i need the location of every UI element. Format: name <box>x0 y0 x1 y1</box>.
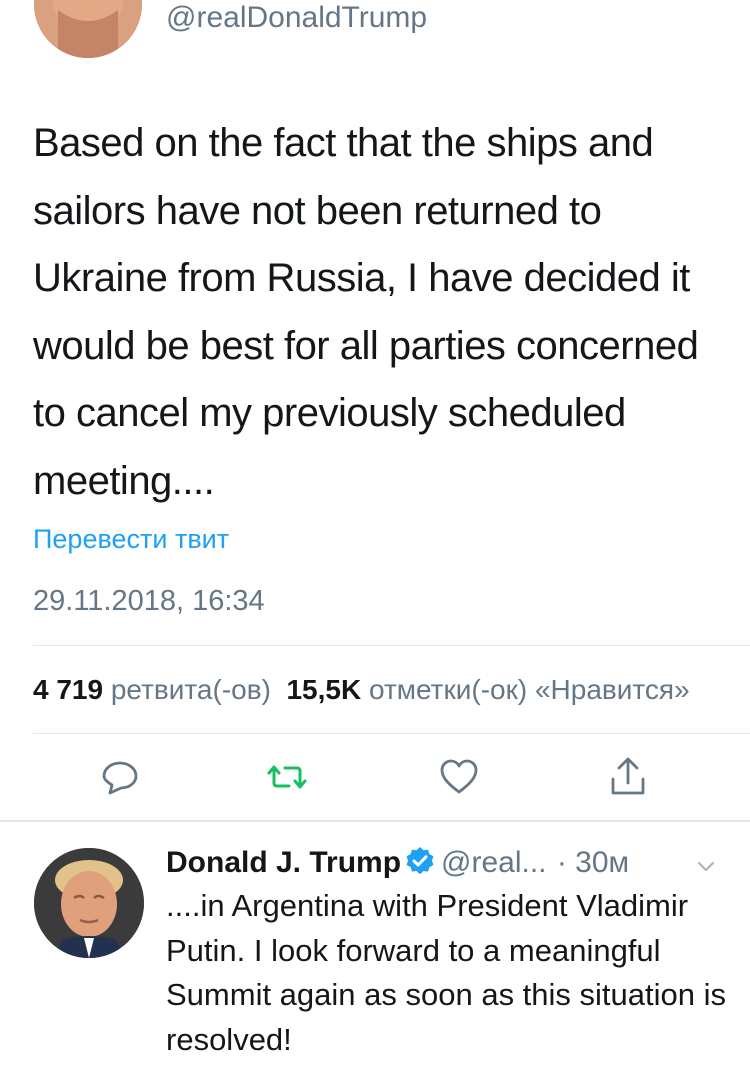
tweet-separator <box>0 820 750 822</box>
tweet-time: · 30м <box>556 846 630 879</box>
avatar[interactable] <box>34 0 142 58</box>
user-handle[interactable]: @realDonaldTrump <box>166 1 427 35</box>
retweet-icon[interactable] <box>265 755 309 799</box>
avatar[interactable] <box>34 848 144 958</box>
main-tweet: @realDonaldTrump Based on the fact that … <box>0 0 750 822</box>
heart-icon[interactable] <box>437 755 481 799</box>
tweet-text: ....in Argentina with President Vladimir… <box>166 888 726 1057</box>
tweet-timestamp: 29.11.2018, 16:34 <box>33 585 265 617</box>
verified-badge-icon <box>406 847 434 875</box>
retweets-label: ретвита(-ов) <box>110 674 271 705</box>
translate-tweet-link[interactable]: Перевести твит <box>33 524 229 555</box>
divider <box>33 645 750 646</box>
likes-count: 15,5K <box>286 674 362 705</box>
tweet-action-bar <box>0 755 750 805</box>
retweets-count: 4 719 <box>33 674 104 705</box>
comment-icon[interactable] <box>98 755 142 799</box>
user-handle[interactable]: @real... <box>441 846 546 879</box>
retweets-stat[interactable]: 4 719 ретвита(-ов) <box>33 674 271 705</box>
engagement-stats: 4 719 ретвита(-ов) 15,5K отметки(-ок) «Н… <box>33 674 750 706</box>
likes-stat[interactable]: 15,5K отметки(-ок) «Нравится» <box>286 674 689 705</box>
share-icon[interactable] <box>606 755 650 799</box>
reply-header: Donald J. Trump @real... · 30м <box>166 844 750 882</box>
display-name[interactable]: Donald J. Trump <box>166 846 401 879</box>
chevron-down-icon[interactable] <box>694 854 718 878</box>
tweet-text: Based on the fact that the ships and sai… <box>33 121 699 503</box>
divider <box>33 733 750 734</box>
likes-label: отметки(-ок) «Нравится» <box>368 674 690 705</box>
